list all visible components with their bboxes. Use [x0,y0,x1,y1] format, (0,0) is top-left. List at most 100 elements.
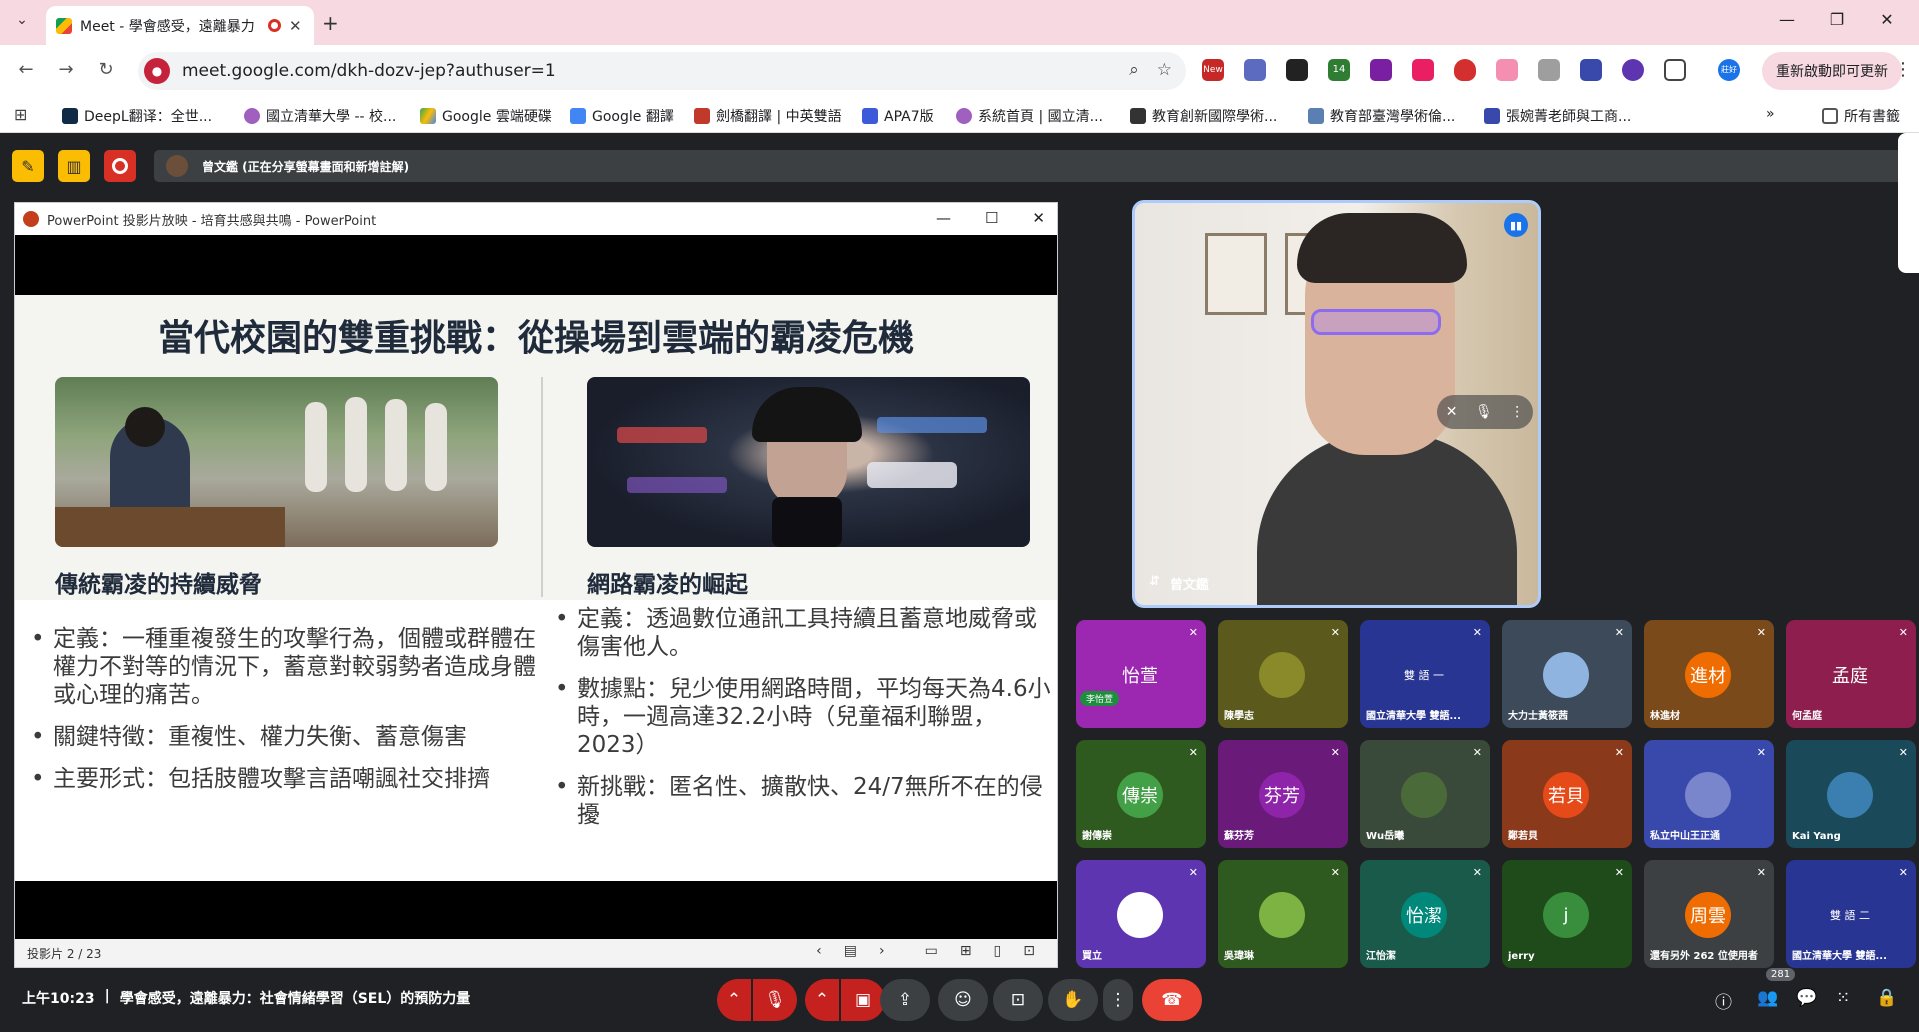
video-options-chevron-icon[interactable]: ⌃ [805,979,839,1021]
slide-sorter-icon[interactable]: ⊞ [960,943,972,959]
participant-tile[interactable]: ✕ 孟庭 何孟庭 [1786,620,1916,728]
extension-pink-icon[interactable] [1412,59,1434,81]
back-icon[interactable]: ← [14,59,38,80]
next-slide-icon[interactable]: › [879,943,885,959]
minimize-icon[interactable]: — [1772,10,1802,29]
tab-search-menu-icon[interactable]: ⌄ [10,12,34,34]
bookmark-item[interactable]: Google 雲端硬碟 [420,106,552,126]
restore-icon[interactable]: ❐ [1822,10,1852,29]
tab-close-icon[interactable]: ✕ [289,17,302,35]
participant-tile[interactable]: ✕ 傳崇 謝傳崇 [1076,740,1206,848]
url-text[interactable]: meet.google.com/dkh-dozv-jep?authuser=1 [182,61,556,81]
cyberbullying-bullets: 定義：透過數位通訊工具持續且蓄意地威脅或傷害他人。 數據點：兒少使用網路時間，平… [555,605,1053,843]
participant-tile[interactable]: ✕ 吳瑋琳 [1218,860,1348,968]
participant-tile[interactable]: ✕ 怡萱 李怡萱 [1076,620,1206,728]
extension-shield-icon[interactable] [1454,59,1476,81]
slide-menu-icon[interactable]: ▤ [844,943,857,959]
extension-face-icon[interactable] [1622,59,1644,81]
more-options-icon[interactable]: ⋮ [1510,404,1524,420]
bookmarks-overflow-icon[interactable]: » [1766,106,1775,122]
participant-tile[interactable]: ✕ 周雲 還有另外 262 位使用者 [1644,860,1774,968]
activities-icon[interactable]: ⁙ [1836,988,1850,1008]
participant-tile[interactable]: ✕ 買立 [1076,860,1206,968]
address-bar[interactable]: ● meet.google.com/dkh-dozv-jep?authuser=… [138,52,1186,90]
people-icon[interactable]: 👥 [1757,988,1778,1008]
profile-avatar[interactable]: 莊好 [1718,59,1740,81]
bookmark-item[interactable]: DeepL翻译：全世... [62,106,212,126]
raise-hand-button[interactable]: ✋ [1048,979,1098,1021]
mic-icon[interactable]: 🎙 [1475,404,1493,420]
forward-icon[interactable]: → [54,59,78,80]
extension-new-icon[interactable]: New [1202,59,1224,81]
browser-menu-icon[interactable]: ⋮ [1894,59,1912,80]
participant-tile[interactable]: ✕ 怡潔 江怡潔 [1360,860,1490,968]
muted-mic-icon: ✕ [1472,626,1482,639]
camera-off-button[interactable]: ▣ [841,979,885,1021]
participant-tile[interactable]: ✕ Wu岳曦 [1360,740,1490,848]
audio-options-chevron-icon[interactable]: ⌃ [717,979,751,1021]
side-panel-edge[interactable] [1898,133,1919,273]
reactions-button[interactable]: ☺ [938,979,988,1021]
participant-tile[interactable]: ✕ 大力士黃筱茜 [1502,620,1632,728]
bookmark-item[interactable]: 國立清華大學 -- 校... [244,106,396,126]
extension-counter-icon[interactable]: 14 [1328,59,1350,81]
participant-tile[interactable]: ✕ Kai Yang [1786,740,1916,848]
extension-arrow-icon[interactable] [1580,59,1602,81]
extension-translate-icon[interactable] [1244,59,1266,81]
mic-off-button[interactable]: 🎙 [753,979,797,1021]
speaker-glasses [1311,309,1441,335]
prev-slide-icon[interactable]: ‹ [816,943,822,959]
reload-icon[interactable]: ↻ [94,59,118,80]
reading-view-icon[interactable]: ▯ [994,943,1002,959]
extension-purple-icon[interactable] [1370,59,1392,81]
unpin-icon[interactable]: ✕ [1446,404,1458,420]
participant-tile[interactable]: ✕ j jerry [1502,860,1632,968]
annotation-toggle-icon[interactable]: ✎ [12,150,44,182]
bookmark-item[interactable]: 教育創新國際學術... [1130,106,1277,126]
bookmark-item[interactable]: 系統首頁 | 國立清... [956,106,1103,126]
extension-cloud-icon[interactable] [1496,59,1518,81]
ppt-close-icon[interactable]: ✕ [1032,209,1045,227]
speaker-video-tile[interactable]: ✕ 🎙 ⋮ ▮▮ ⇵ 曾文鑑 [1132,200,1541,608]
more-actions-button[interactable]: ⋮ [1103,979,1133,1021]
host-controls-icon[interactable]: 🔒 [1876,988,1897,1008]
window-close-icon[interactable]: ✕ [1872,10,1902,29]
participant-tile[interactable]: ✕ 進材 林進材 [1644,620,1774,728]
slideshow-view-icon[interactable]: ⊡ [1023,943,1035,959]
whiteboard-icon[interactable]: ▥ [58,150,90,182]
chat-icon[interactable]: 💬 [1796,988,1817,1008]
bookmark-item[interactable]: 劍橋翻譯 | 中英雙語 [694,106,842,126]
ppt-minimize-icon[interactable]: — [936,209,951,227]
bookmark-item[interactable]: 教育部臺灣學術倫... [1308,106,1455,126]
participant-tile[interactable]: ✕ 私立中山王正通 [1644,740,1774,848]
captions-button[interactable]: ⊡ [993,979,1043,1021]
bookmark-star-icon[interactable]: ☆ [1157,60,1172,80]
mic-off-icon: 🎙 [764,990,786,1010]
bookmark-item[interactable]: Google 翻譯 [570,106,674,126]
present-screen-button[interactable]: ⇪ [880,979,930,1021]
apps-grid-icon[interactable]: ⊞ [14,105,27,124]
participant-tile[interactable]: ✕ 若貝 鄭若貝 [1502,740,1632,848]
record-stop-button[interactable] [104,150,136,182]
participant-tile[interactable]: ✕ 雙 語 二國立清華大學 雙語... [1786,860,1916,968]
participant-tile[interactable]: ✕ 陳學志 [1218,620,1348,728]
participant-tile[interactable]: ✕ 芬芳 蘇芬芳 [1218,740,1348,848]
powerpoint-window[interactable]: PowerPoint 投影片放映 - 培育共感與共鳴 - PowerPoint … [14,202,1058,968]
bookmark-item[interactable]: 張婉菁老師與工商... [1484,106,1631,126]
restart-update-button[interactable]: 重新啟動即可更新 [1762,52,1902,90]
ppt-maximize-icon[interactable]: ☐ [985,209,998,227]
participant-tile[interactable]: ✕ 雙 語 一國立清華大學 雙語... [1360,620,1490,728]
browser-tab-bar: ⌄ Meet - 學會感受，遠離暴力 ✕ + — ❐ ✕ [0,0,1919,45]
new-tab-icon[interactable]: + [322,11,339,35]
mic-site-icon[interactable]: ● [144,58,170,84]
all-bookmarks-folder[interactable]: 所有書籤 [1822,106,1900,126]
extension-cast-icon[interactable] [1538,59,1560,81]
bookmark-item[interactable]: APA7版 [862,106,934,126]
zoom-icon[interactable]: ⌕ [1129,60,1139,80]
leave-call-button[interactable]: ☎ [1142,979,1202,1021]
normal-view-icon[interactable]: ▭ [925,943,938,959]
extensions-puzzle-icon[interactable] [1664,59,1686,81]
browser-tab-meet[interactable]: Meet - 學會感受，遠離暴力 ✕ [46,6,314,45]
meeting-details-icon[interactable]: ⓘ [1715,988,1732,1013]
extension-dark-icon[interactable] [1286,59,1308,81]
